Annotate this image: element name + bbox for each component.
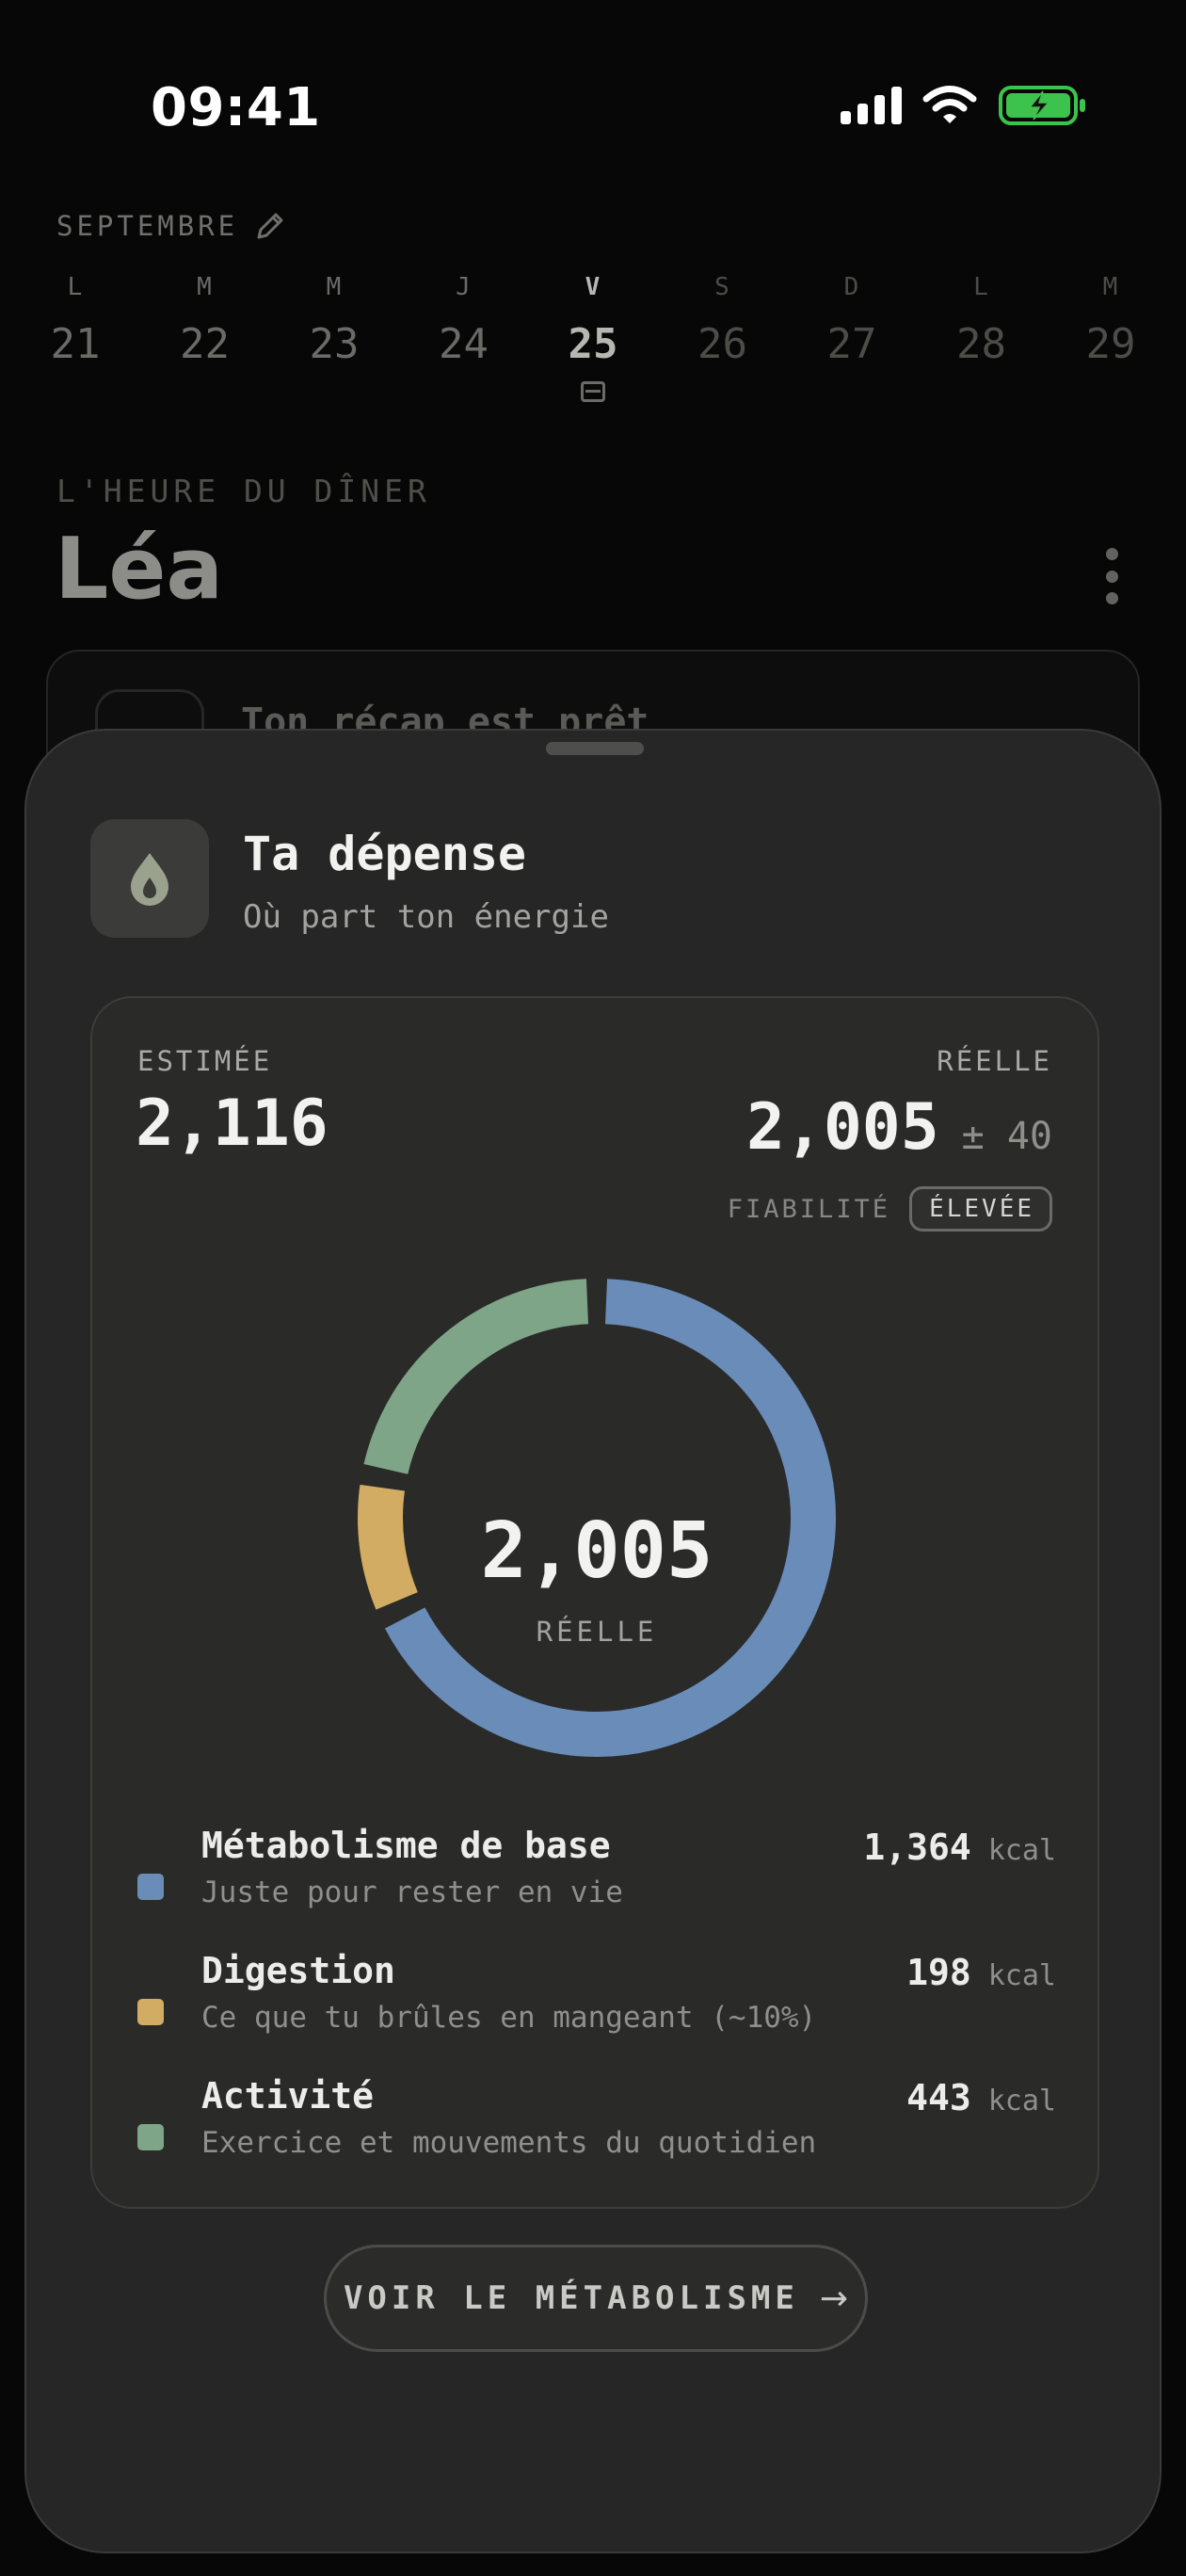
more-options-icon[interactable] bbox=[1098, 548, 1126, 604]
breakdown-number: 1,364 bbox=[863, 1827, 971, 1868]
day-letter: M bbox=[1102, 273, 1119, 301]
day-letter: M bbox=[197, 273, 213, 301]
day-22[interactable]: M 22 bbox=[168, 273, 243, 402]
day-number: 23 bbox=[309, 320, 360, 368]
energy-sheet: Ta dépense Où part ton énergie ESTIMÉE 2… bbox=[24, 729, 1162, 2553]
cellular-signal-icon bbox=[841, 87, 902, 124]
reliability-row: FIABILITÉ ÉLEVÉE bbox=[728, 1186, 1052, 1232]
logged-meal-icon bbox=[581, 381, 605, 402]
breakdown-unit: kcal bbox=[987, 1959, 1056, 1992]
day-letter: M bbox=[326, 273, 343, 301]
day-29[interactable]: M 29 bbox=[1073, 273, 1148, 402]
breakdown-value: 1,364 kcal bbox=[863, 1827, 1056, 1868]
actual-line: 2,005 ± 40 bbox=[746, 1090, 1052, 1165]
arrow-right-icon: → bbox=[819, 2278, 849, 2318]
day-23[interactable]: M 23 bbox=[296, 273, 372, 402]
day-letter: D bbox=[843, 273, 860, 301]
day-number: 21 bbox=[50, 320, 101, 368]
donut-slice-2 bbox=[363, 1279, 589, 1475]
estimated-label: ESTIMÉE bbox=[137, 1045, 273, 1077]
breakdown-number: 443 bbox=[906, 2077, 971, 2118]
pencil-icon[interactable] bbox=[253, 209, 287, 243]
day-number: 22 bbox=[180, 320, 230, 368]
breakdown-unit: kcal bbox=[987, 2085, 1056, 2117]
month-label: SEPTEMBRE bbox=[56, 210, 239, 242]
breakdown-name: Métabolisme de base bbox=[201, 1825, 611, 1866]
breakdown-item: Digestion Ce que tu brûles en mangeant (~… bbox=[137, 1950, 1056, 2075]
donut-center-value: 2,005 bbox=[480, 1506, 713, 1596]
actual-value: 2,005 bbox=[745, 1090, 939, 1165]
breakdown-name: Digestion bbox=[201, 1950, 395, 1991]
legend-swatch bbox=[137, 2124, 164, 2150]
breakdown-unit: kcal bbox=[987, 1834, 1056, 1867]
sheet-subtitle: Où part ton énergie bbox=[243, 898, 609, 936]
day-21[interactable]: L 21 bbox=[38, 273, 113, 402]
day-28[interactable]: L 28 bbox=[944, 273, 1019, 402]
breakdown-item: Activité Exercice et mouvements du quotid… bbox=[137, 2075, 1056, 2200]
reliability-badge: ÉLEVÉE bbox=[909, 1186, 1052, 1232]
breakdown-value: 198 kcal bbox=[906, 1952, 1056, 1993]
breakdown-description: Juste pour rester en vie bbox=[201, 1876, 623, 1909]
status-time: 09:41 bbox=[151, 77, 321, 138]
day-24[interactable]: J 24 bbox=[426, 273, 502, 402]
donut-center-label: RÉELLE bbox=[536, 1616, 658, 1648]
page-title: Léa bbox=[55, 520, 224, 619]
breakdown-description: Exercice et mouvements du quotidien bbox=[201, 2126, 817, 2160]
day-letter: J bbox=[456, 273, 472, 301]
day-26[interactable]: S 26 bbox=[685, 273, 761, 402]
expenditure-panel: ESTIMÉE 2,116 RÉELLE 2,005 ± 40 FIABILIT… bbox=[90, 996, 1099, 2209]
legend-swatch bbox=[137, 1874, 164, 1900]
breakdown-item: Métabolisme de base Juste pour rester en … bbox=[137, 1825, 1056, 1950]
status-icons bbox=[841, 83, 1088, 128]
actual-margin: ± 40 bbox=[961, 1115, 1052, 1158]
battery-charging-icon bbox=[999, 86, 1085, 125]
breakdown-number: 198 bbox=[906, 1952, 971, 1993]
wifi-icon bbox=[922, 86, 977, 123]
reliability-label: FIABILITÉ bbox=[727, 1194, 891, 1224]
breakdown-value: 443 kcal bbox=[906, 2077, 1056, 2118]
day-letter: S bbox=[714, 273, 730, 301]
week-strip: L 21 M 22 M 23 J 24 V 25 S 26 D 27 L 28 M 29 bbox=[38, 273, 1148, 402]
section-eyebrow: L'HEURE DU DÎNER bbox=[56, 473, 431, 509]
breakdown-name: Activité bbox=[201, 2075, 375, 2117]
breakdown-description: Ce que tu brûles en mangeant (~10%) bbox=[201, 2001, 817, 2035]
day-letter: L bbox=[973, 273, 989, 301]
breakdown-list: Métabolisme de base Juste pour rester en … bbox=[137, 1825, 1056, 2200]
status-bar: 09:41 bbox=[0, 0, 1186, 217]
estimated-value: 2,116 bbox=[136, 1087, 329, 1161]
view-metabolism-label: VOIR LE MÉTABOLISME bbox=[343, 2279, 799, 2317]
day-number: 29 bbox=[1085, 320, 1136, 368]
actual-label: RÉELLE bbox=[937, 1045, 1052, 1077]
day-number: 27 bbox=[826, 320, 877, 368]
view-metabolism-button[interactable]: VOIR LE MÉTABOLISME → bbox=[324, 2245, 868, 2352]
day-number: 25 bbox=[568, 320, 618, 368]
day-number: 28 bbox=[956, 320, 1006, 368]
day-25[interactable]: V 25 bbox=[555, 273, 631, 402]
day-letter: V bbox=[585, 273, 601, 301]
day-number: 26 bbox=[697, 320, 747, 368]
flame-icon bbox=[90, 819, 209, 938]
day-27[interactable]: D 27 bbox=[814, 273, 890, 402]
legend-swatch bbox=[137, 1999, 164, 2025]
day-number: 24 bbox=[439, 320, 489, 368]
sheet-title: Ta dépense bbox=[243, 827, 527, 881]
month-selector[interactable]: SEPTEMBRE bbox=[56, 209, 287, 243]
sheet-grabber[interactable] bbox=[546, 742, 644, 755]
day-letter: L bbox=[67, 273, 84, 301]
